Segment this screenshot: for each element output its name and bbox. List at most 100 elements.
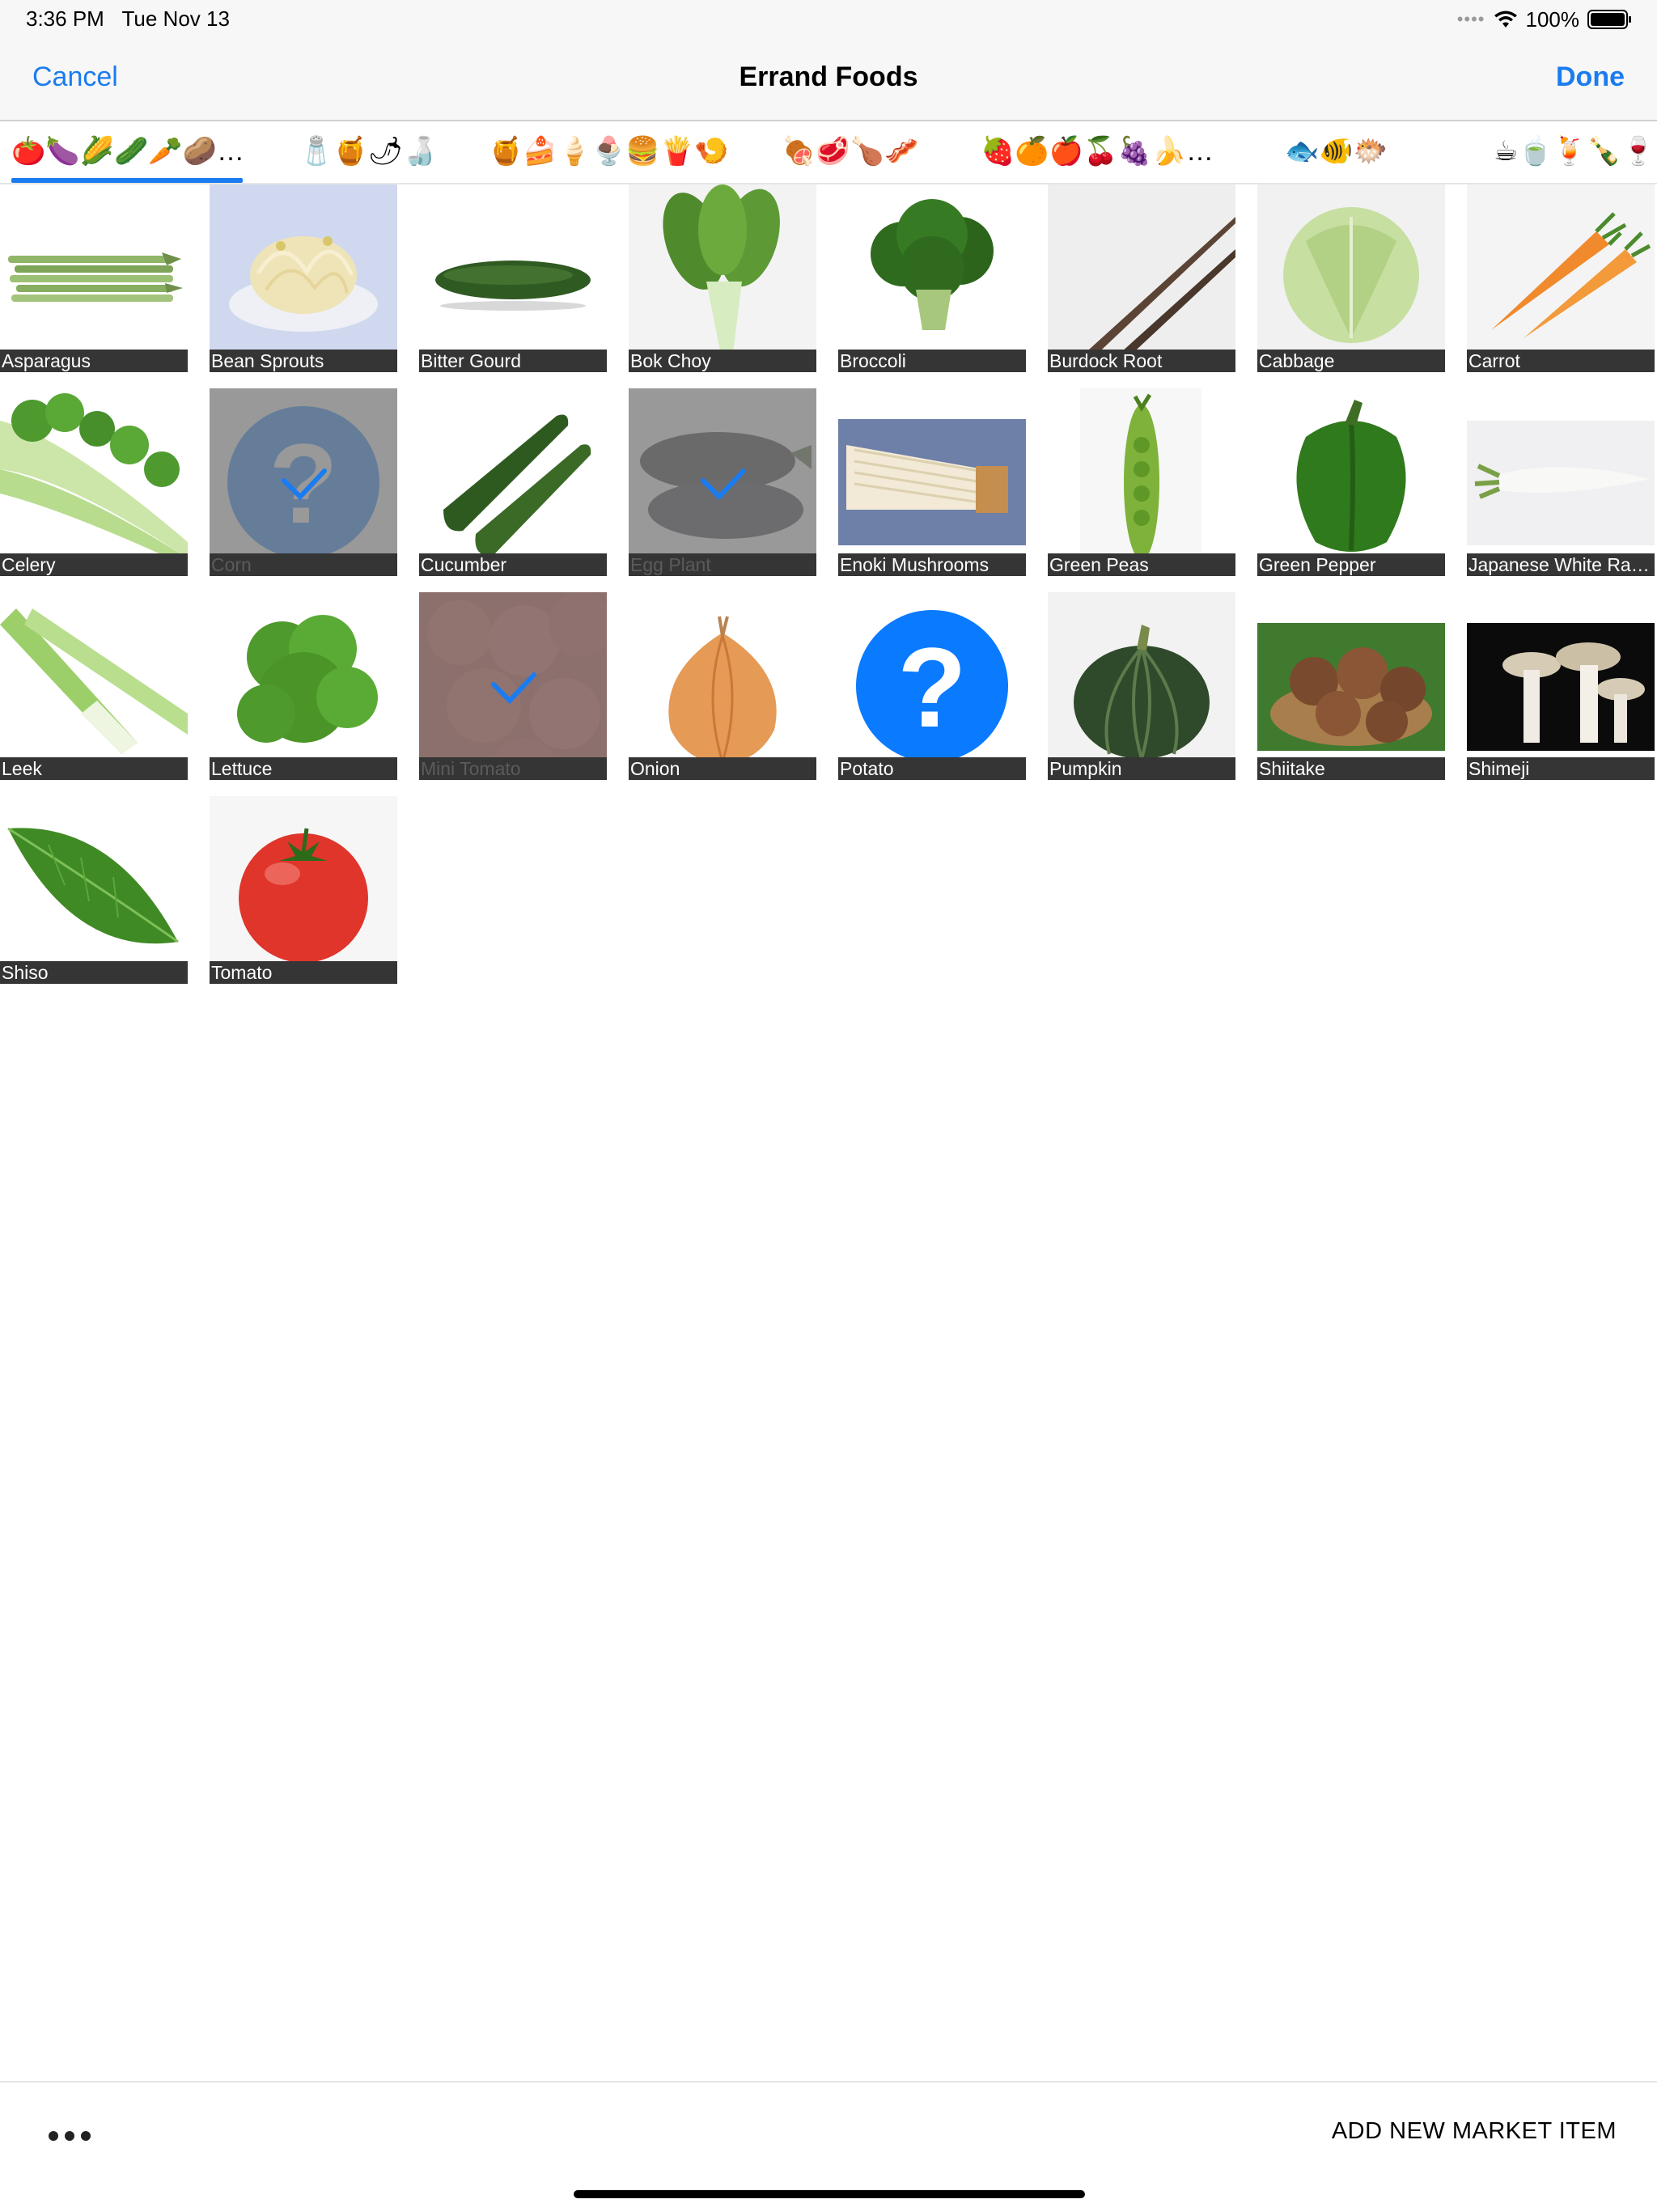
unknown-item-placeholder-icon: ? <box>838 592 1026 780</box>
checkmark-icon <box>701 468 746 501</box>
item-label: Mini Tomato <box>419 757 607 780</box>
tab-vegetables[interactable]: 🍅🍆🌽🥒🥕🥔… <box>11 133 244 170</box>
item-label: Enoki Mushrooms <box>838 553 1026 576</box>
add-new-market-item-button[interactable]: ADD NEW MARKET ITEM <box>1332 2118 1617 2145</box>
item-tile-asparagus[interactable]: Asparagus <box>0 184 188 372</box>
item-tile-lettuce[interactable]: Lettuce <box>210 592 397 780</box>
item-tile-mini-tomato[interactable]: Mini Tomato <box>419 592 607 780</box>
item-tile-japanese-white-radish[interactable]: Japanese White Radish <box>1467 388 1655 576</box>
shiitake-image <box>1257 592 1445 780</box>
home-indicator[interactable] <box>574 2190 1085 2198</box>
tab-prepared-foods[interactable]: 🍯🍰🍦🍨🍔🍟🍤 <box>489 133 728 170</box>
item-label: Leek <box>0 757 188 780</box>
bitter-gourd-image <box>419 184 607 372</box>
cabbage-image <box>1257 184 1445 372</box>
done-button[interactable]: Done <box>1556 61 1625 93</box>
onion-image <box>629 592 816 780</box>
more-options-button[interactable] <box>45 2120 94 2152</box>
item-label: Onion <box>629 757 816 780</box>
status-indicators: •••• 100% <box>1457 5 1633 34</box>
item-tile-bok-choy[interactable]: Bok Choy <box>629 184 816 372</box>
status-date: Tue Nov 13 <box>121 6 230 31</box>
item-tile-shiitake[interactable]: Shiitake <box>1257 592 1445 780</box>
item-tile-tomato[interactable]: Tomato <box>210 796 397 984</box>
item-tile-carrot[interactable]: Carrot <box>1467 184 1655 372</box>
tomato-image <box>210 796 397 984</box>
item-label: Shiitake <box>1257 757 1445 780</box>
checkmark-icon <box>282 468 327 501</box>
item-tile-shiso[interactable]: Shiso <box>0 796 188 984</box>
shiso-image <box>0 796 188 984</box>
tab-seasonings[interactable]: 🧂🍯🌶🍶 <box>299 133 437 170</box>
selected-tab-indicator <box>11 178 243 183</box>
item-tile-potato[interactable]: ? Potato <box>838 592 1026 780</box>
item-label: Asparagus <box>0 350 188 372</box>
item-label: Japanese White Radish <box>1467 553 1655 576</box>
wifi-icon <box>1494 11 1517 28</box>
item-tile-bitter-gourd[interactable]: Bitter Gourd <box>419 184 607 372</box>
item-tile-cabbage[interactable]: Cabbage <box>1257 184 1445 372</box>
item-tile-cucumber[interactable]: Cucumber <box>419 388 607 576</box>
green-pepper-image <box>1257 388 1445 576</box>
tab-fruits[interactable]: 🍓🍊🍎🍒🍇🍌… <box>981 133 1214 170</box>
carrot-image <box>1467 184 1655 372</box>
item-tile-bean-sprouts[interactable]: Bean Sprouts <box>210 184 397 372</box>
bottom-toolbar: ADD NEW MARKET ITEM <box>0 2081 1657 2212</box>
item-label: Shimeji <box>1467 757 1655 780</box>
cucumber-image <box>419 388 607 576</box>
item-tile-leek[interactable]: Leek <box>0 592 188 780</box>
battery-icon <box>1587 10 1631 29</box>
navigation-bar: Cancel Errand Foods Done <box>0 39 1657 121</box>
status-clock: 3:36 PM <box>26 6 104 31</box>
item-label: Carrot <box>1467 350 1655 372</box>
bok-choy-image <box>629 184 816 372</box>
item-label: Broccoli <box>838 350 1026 372</box>
item-label: Green Peas <box>1048 553 1235 576</box>
cellular-signal-icon: •••• <box>1456 9 1485 29</box>
item-label: Celery <box>0 553 188 576</box>
item-label: Tomato <box>210 961 397 984</box>
item-label: Burdock Root <box>1048 350 1235 372</box>
item-label: Egg Plant <box>629 553 816 576</box>
item-label: Corn <box>210 553 397 576</box>
tab-drinks[interactable]: ☕🍵🍹🍾🍷 <box>1494 133 1655 170</box>
broccoli-image <box>838 184 1026 372</box>
burdock-root-image <box>1048 184 1235 372</box>
item-label: Bok Choy <box>629 350 816 372</box>
leek-image <box>0 592 188 780</box>
pumpkin-image <box>1048 592 1235 780</box>
item-label: Shiso <box>0 961 188 984</box>
more-dot-icon <box>49 2131 58 2141</box>
item-tile-shimeji[interactable]: Shimeji <box>1467 592 1655 780</box>
status-bar: 3:36 PM Tue Nov 13 •••• 100% <box>0 0 1657 39</box>
enoki-mushrooms-image <box>838 388 1026 576</box>
japanese-white-radish-image <box>1467 388 1655 576</box>
checkmark-icon <box>491 672 536 705</box>
item-label: Bean Sprouts <box>210 350 397 372</box>
item-tile-egg-plant[interactable]: Egg Plant <box>629 388 816 576</box>
item-tile-corn[interactable]: ? Corn <box>210 388 397 576</box>
green-peas-image <box>1048 388 1235 576</box>
tab-meats[interactable]: 🍖🥩🍗🥓 <box>782 133 918 170</box>
item-tile-burdock-root[interactable]: Burdock Root <box>1048 184 1235 372</box>
tab-seafood[interactable]: 🐟🐠🐡 <box>1285 133 1388 170</box>
item-label: Lettuce <box>210 757 397 780</box>
shimeji-image <box>1467 592 1655 780</box>
item-label: Cucumber <box>419 553 607 576</box>
item-label: Potato <box>838 757 1026 780</box>
category-tabs: 🍅🍆🌽🥒🥕🥔… 🧂🍯🌶🍶 🍯🍰🍦🍨🍔🍟🍤 🍖🥩🍗🥓 🍓🍊🍎🍒🍇🍌… 🐟🐠🐡 ☕🍵… <box>0 121 1657 184</box>
item-tile-broccoli[interactable]: Broccoli <box>838 184 1026 372</box>
lettuce-image <box>210 592 397 780</box>
bean-sprouts-image <box>210 184 397 372</box>
item-tile-green-pepper[interactable]: Green Pepper <box>1257 388 1445 576</box>
item-label: Pumpkin <box>1048 757 1235 780</box>
more-dot-icon <box>65 2131 74 2141</box>
item-tile-celery[interactable]: Celery <box>0 388 188 576</box>
item-tile-pumpkin[interactable]: Pumpkin <box>1048 592 1235 780</box>
item-tile-onion[interactable]: Onion <box>629 592 816 780</box>
celery-image <box>0 388 188 576</box>
svg-text:?: ? <box>897 624 967 751</box>
more-dot-icon <box>81 2131 91 2141</box>
item-tile-enoki-mushrooms[interactable]: Enoki Mushrooms <box>838 388 1026 576</box>
item-tile-green-peas[interactable]: Green Peas <box>1048 388 1235 576</box>
